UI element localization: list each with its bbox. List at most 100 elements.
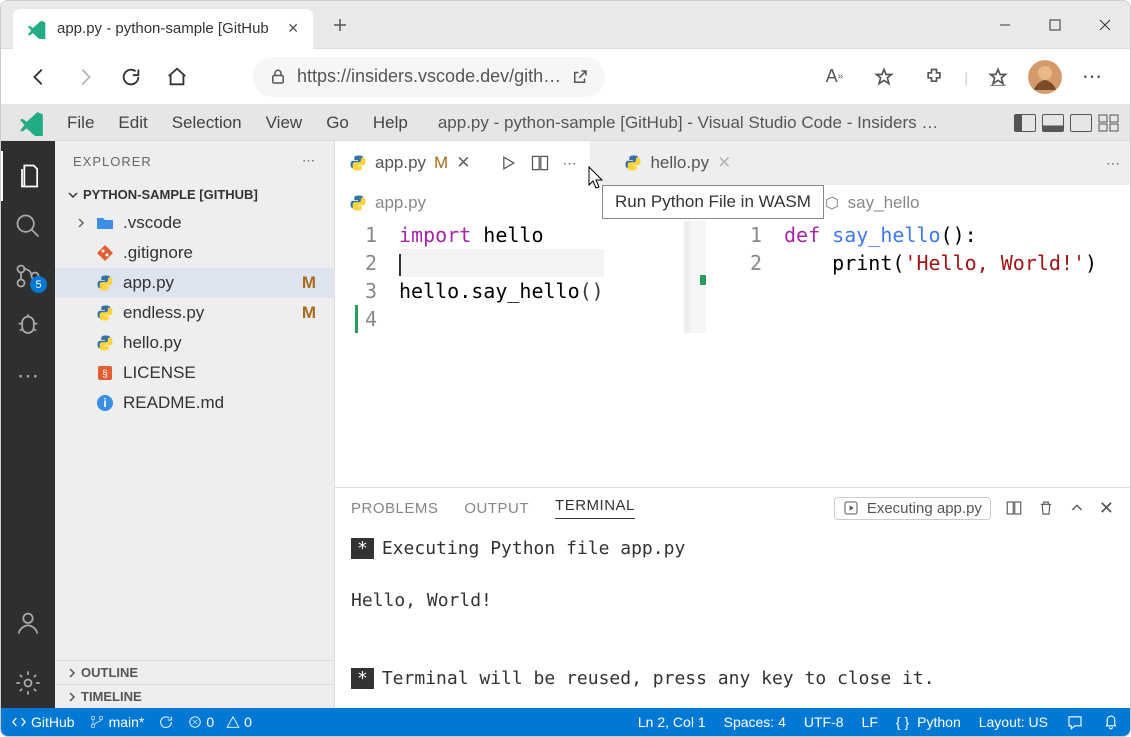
- home-button[interactable]: [157, 57, 197, 97]
- python-icon: [95, 303, 115, 323]
- terminal-output[interactable]: *Executing Python file app.py Hello, Wor…: [335, 528, 1130, 708]
- status-encoding[interactable]: UTF-8: [804, 714, 844, 730]
- address-bar[interactable]: https://insiders.vscode.dev/gith…: [253, 57, 605, 97]
- python-icon: [95, 333, 115, 353]
- explorer-more-icon[interactable]: ⋯: [302, 153, 316, 169]
- editor-tab-app-py[interactable]: app.py M ✕: [335, 141, 484, 185]
- extensions-button[interactable]: [914, 57, 954, 97]
- menu-edit[interactable]: Edit: [106, 109, 159, 137]
- explorer-sidebar: EXPLORER ⋯ PYTHON-SAMPLE [GITHUB] .vscod…: [55, 141, 335, 708]
- forward-button[interactable]: [65, 57, 105, 97]
- status-language[interactable]: { }Python: [896, 714, 961, 730]
- breadcrumb-symbol[interactable]: say_hello: [848, 193, 920, 213]
- back-button[interactable]: [19, 57, 59, 97]
- layout-controls: [1014, 114, 1130, 132]
- menu-help[interactable]: Help: [361, 109, 420, 137]
- status-spaces[interactable]: Spaces: 4: [724, 714, 786, 730]
- menu-go[interactable]: Go: [314, 109, 361, 137]
- terminal-task-indicator[interactable]: Executing app.py: [834, 497, 991, 520]
- reload-button[interactable]: [111, 57, 151, 97]
- tree-item-app-py[interactable]: app.py M: [55, 268, 334, 298]
- play-icon[interactable]: [498, 153, 518, 173]
- tree-item-endless-py[interactable]: endless.py M: [55, 298, 334, 328]
- activity-settings[interactable]: [1, 658, 55, 708]
- tree-item-license[interactable]: § LICENSE: [55, 358, 334, 388]
- split-icon[interactable]: [530, 153, 550, 173]
- split-icon[interactable]: [1005, 499, 1023, 517]
- panel-tab-terminal[interactable]: TERMINAL: [555, 497, 635, 519]
- toggle-panel-icon[interactable]: [1042, 114, 1064, 132]
- status-cursor[interactable]: Ln 2, Col 1: [638, 714, 706, 730]
- breadcrumb-file[interactable]: app.py: [375, 193, 426, 213]
- tree-item-gitignore[interactable]: .gitignore: [55, 238, 334, 268]
- error-icon: [188, 715, 202, 729]
- activity-account[interactable]: [1, 598, 55, 648]
- bell-icon[interactable]: [1102, 713, 1120, 731]
- open-external-icon[interactable]: [571, 68, 589, 86]
- python-icon: [95, 273, 115, 293]
- code-content[interactable]: import hello hello.say_hello(): [391, 221, 604, 333]
- close-icon[interactable]: ✕: [717, 153, 731, 173]
- window-controls: [980, 5, 1130, 45]
- explorer-root[interactable]: PYTHON-SAMPLE [GITHUB]: [55, 181, 334, 208]
- chevron-right-icon: [67, 692, 77, 702]
- activity-search[interactable]: [1, 201, 55, 251]
- editor-group-actions: ⋯: [1096, 141, 1130, 185]
- run-tooltip: Run Python File in WASM: [602, 185, 824, 219]
- status-layout[interactable]: Layout: US: [979, 714, 1048, 730]
- git-icon: [95, 243, 115, 263]
- new-tab-button[interactable]: [323, 8, 357, 42]
- browser-tab[interactable]: app.py - python-sample [GitHub ✕: [13, 9, 313, 49]
- minimap[interactable]: [690, 221, 706, 333]
- outline-section[interactable]: OUTLINE: [55, 660, 334, 684]
- editor-tab-hello-py[interactable]: hello.py ✕: [610, 141, 745, 185]
- trash-icon[interactable]: [1037, 499, 1055, 517]
- activity-more[interactable]: ⋯: [1, 351, 55, 401]
- status-branch[interactable]: main*: [89, 714, 145, 730]
- maximize-button[interactable]: [1030, 5, 1080, 45]
- tree-item-hello-py[interactable]: hello.py: [55, 328, 334, 358]
- code-pane-left[interactable]: 1234 import hello hello.say_hello(): [335, 221, 690, 333]
- activity-debug[interactable]: [1, 301, 55, 351]
- panel-tab-problems[interactable]: PROBLEMS: [351, 500, 438, 517]
- status-eol[interactable]: LF: [862, 714, 878, 730]
- chevron-up-icon[interactable]: [1069, 500, 1085, 516]
- chevron-right-icon: [67, 668, 77, 678]
- timeline-section[interactable]: TIMELINE: [55, 684, 334, 708]
- minimize-button[interactable]: [980, 5, 1030, 45]
- activity-explorer[interactable]: [1, 151, 55, 201]
- menu-selection[interactable]: Selection: [160, 109, 254, 137]
- symbol-method-icon: [824, 195, 840, 211]
- toggle-sidebar-right-icon[interactable]: [1070, 114, 1092, 132]
- code-pane-right[interactable]: 12 def say_hello(): print('Hello, World!…: [706, 221, 1130, 333]
- feedback-icon[interactable]: [1066, 713, 1084, 731]
- close-tab-icon[interactable]: ✕: [287, 20, 299, 37]
- close-window-button[interactable]: [1080, 5, 1130, 45]
- explorer-header: EXPLORER ⋯: [55, 141, 334, 181]
- layout-grid-icon[interactable]: [1098, 114, 1120, 132]
- menu-view[interactable]: View: [254, 109, 315, 137]
- status-sync[interactable]: [158, 714, 174, 730]
- chevron-down-icon: [67, 189, 79, 201]
- text-size-button[interactable]: A»: [814, 57, 854, 97]
- favorites-bar-button[interactable]: [978, 57, 1018, 97]
- profile-avatar[interactable]: [1028, 60, 1062, 94]
- more-button[interactable]: ⋯: [1072, 57, 1112, 97]
- more-icon[interactable]: ⋯: [562, 155, 576, 172]
- code-content[interactable]: def say_hello(): print('Hello, World!'): [776, 221, 1097, 333]
- toggle-sidebar-left-icon[interactable]: [1014, 114, 1036, 132]
- status-errors[interactable]: 0 0: [188, 714, 251, 730]
- breadcrumbs: app.py › say_hello Run Python File in WA…: [335, 185, 1130, 221]
- info-icon: i: [95, 393, 115, 413]
- panel-tab-output[interactable]: OUTPUT: [464, 500, 529, 517]
- url-text: https://insiders.vscode.dev/gith…: [297, 66, 561, 87]
- more-icon[interactable]: ⋯: [1106, 155, 1120, 172]
- tree-item-readme[interactable]: i README.md: [55, 388, 334, 418]
- tree-item-vscode[interactable]: .vscode: [55, 208, 334, 238]
- close-icon[interactable]: ✕: [456, 153, 470, 173]
- activity-scm[interactable]: 5: [1, 251, 55, 301]
- close-panel-icon[interactable]: ✕: [1099, 498, 1114, 519]
- favorite-button[interactable]: [864, 57, 904, 97]
- status-remote[interactable]: GitHub: [11, 714, 75, 730]
- menu-file[interactable]: File: [55, 109, 106, 137]
